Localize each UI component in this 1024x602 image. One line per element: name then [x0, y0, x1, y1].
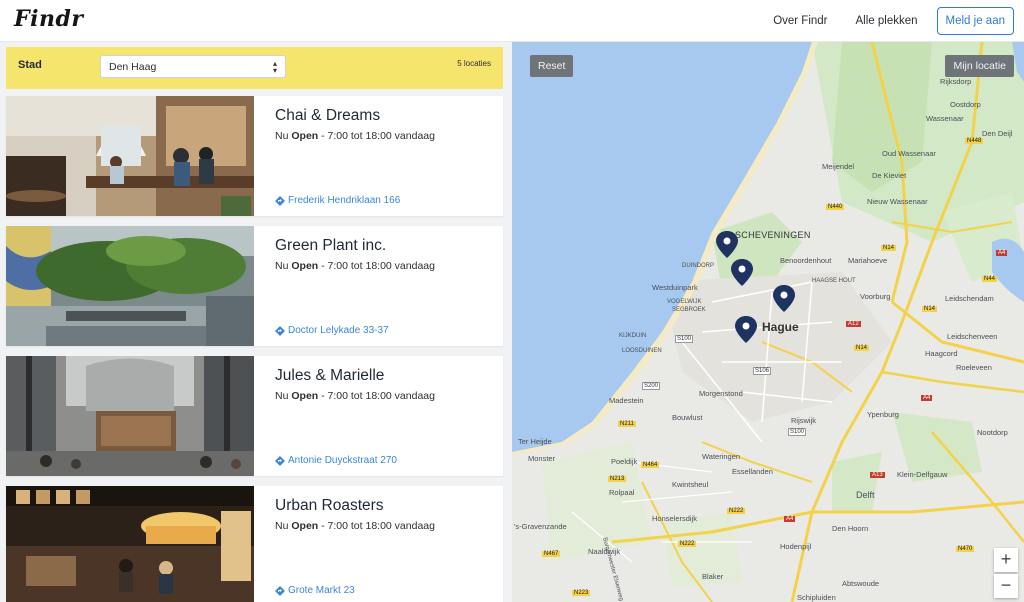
cafe-photo	[6, 486, 254, 602]
open-status: Open	[291, 390, 319, 402]
directions-icon	[275, 455, 285, 466]
signup-button[interactable]: Meld je aan	[936, 7, 1014, 35]
address-text: Grote Markt 23	[288, 585, 355, 596]
select-caret-icon: ▴ ▾	[272, 59, 277, 75]
open-status: Open	[291, 260, 319, 272]
address-text: Doctor Lelykade 33-37	[288, 325, 389, 336]
open-status: Open	[291, 130, 319, 142]
directions-icon	[275, 195, 285, 206]
address-text: Antonie Duyckstraat 270	[288, 455, 397, 466]
city-filter-label: Stad	[18, 59, 42, 71]
zoom-out-button[interactable]: −	[994, 574, 1018, 598]
nav-link-all-places[interactable]: Alle plekken	[856, 15, 918, 27]
location-card[interactable]: Jules & Marielle Nu Open - 7:00 tot 18:0…	[6, 356, 503, 476]
location-list-panel: Stad Den Haag ▴ ▾ 5 locaties Chai & Drea…	[0, 42, 512, 602]
city-select[interactable]: Den Haag ▴ ▾	[100, 55, 286, 78]
opening-hours: Nu Open - 7:00 tot 18:00 vandaag	[275, 260, 435, 272]
location-address-link[interactable]: Doctor Lelykade 33-37	[275, 325, 389, 336]
opening-hours: Nu Open - 7:00 tot 18:00 vandaag	[275, 130, 435, 142]
zoom-in-button[interactable]: +	[994, 548, 1018, 572]
top-header: Findr Over Findr Alle plekken Meld je aa…	[0, 0, 1024, 42]
road-shields: N448 N440 N14 A4 N44 N14 A12 N14 S100 S2…	[542, 138, 1008, 596]
cafe-photo	[6, 96, 254, 216]
location-address-link[interactable]: Grote Markt 23	[275, 585, 355, 596]
opening-hours: Nu Open - 7:00 tot 18:00 vandaag	[275, 390, 435, 402]
city-filter-bar: Stad Den Haag ▴ ▾ 5 locaties	[6, 47, 503, 89]
address-text: Frederik Hendriklaan 166	[288, 195, 401, 206]
cafe-photo	[6, 356, 254, 476]
location-map[interactable]: Rijksdorp Oostdorp Wassenaar Den Deijl O…	[512, 42, 1024, 602]
location-title[interactable]: Jules & Marielle	[275, 367, 384, 385]
open-status: Open	[291, 520, 319, 532]
location-address-link[interactable]: Antonie Duyckstraat 270	[275, 455, 397, 466]
location-count: 5 locaties	[457, 59, 491, 68]
city-select-value: Den Haag	[109, 61, 157, 73]
location-title[interactable]: Green Plant inc.	[275, 237, 386, 255]
location-title[interactable]: Urban Roasters	[275, 497, 384, 515]
nav-link-about[interactable]: Over Findr	[773, 15, 827, 27]
directions-icon	[275, 585, 285, 596]
location-title[interactable]: Chai & Dreams	[275, 107, 380, 125]
cafe-photo	[6, 226, 254, 346]
location-card[interactable]: Green Plant inc. Nu Open - 7:00 tot 18:0…	[6, 226, 503, 346]
my-location-button[interactable]: Mijn locatie	[945, 55, 1014, 77]
opening-hours: Nu Open - 7:00 tot 18:00 vandaag	[275, 520, 435, 532]
location-card[interactable]: Chai & Dreams Nu Open - 7:00 tot 18:00 v…	[6, 96, 503, 216]
directions-icon	[275, 325, 285, 336]
map-reset-button[interactable]: Reset	[530, 55, 574, 77]
findr-logo[interactable]: Findr	[14, 6, 83, 32]
location-address-link[interactable]: Frederik Hendriklaan 166	[275, 195, 400, 206]
top-nav: Over Findr Alle plekken Meld je aan	[773, 7, 1014, 35]
location-card[interactable]: Urban Roasters Nu Open - 7:00 tot 18:00 …	[6, 486, 503, 602]
